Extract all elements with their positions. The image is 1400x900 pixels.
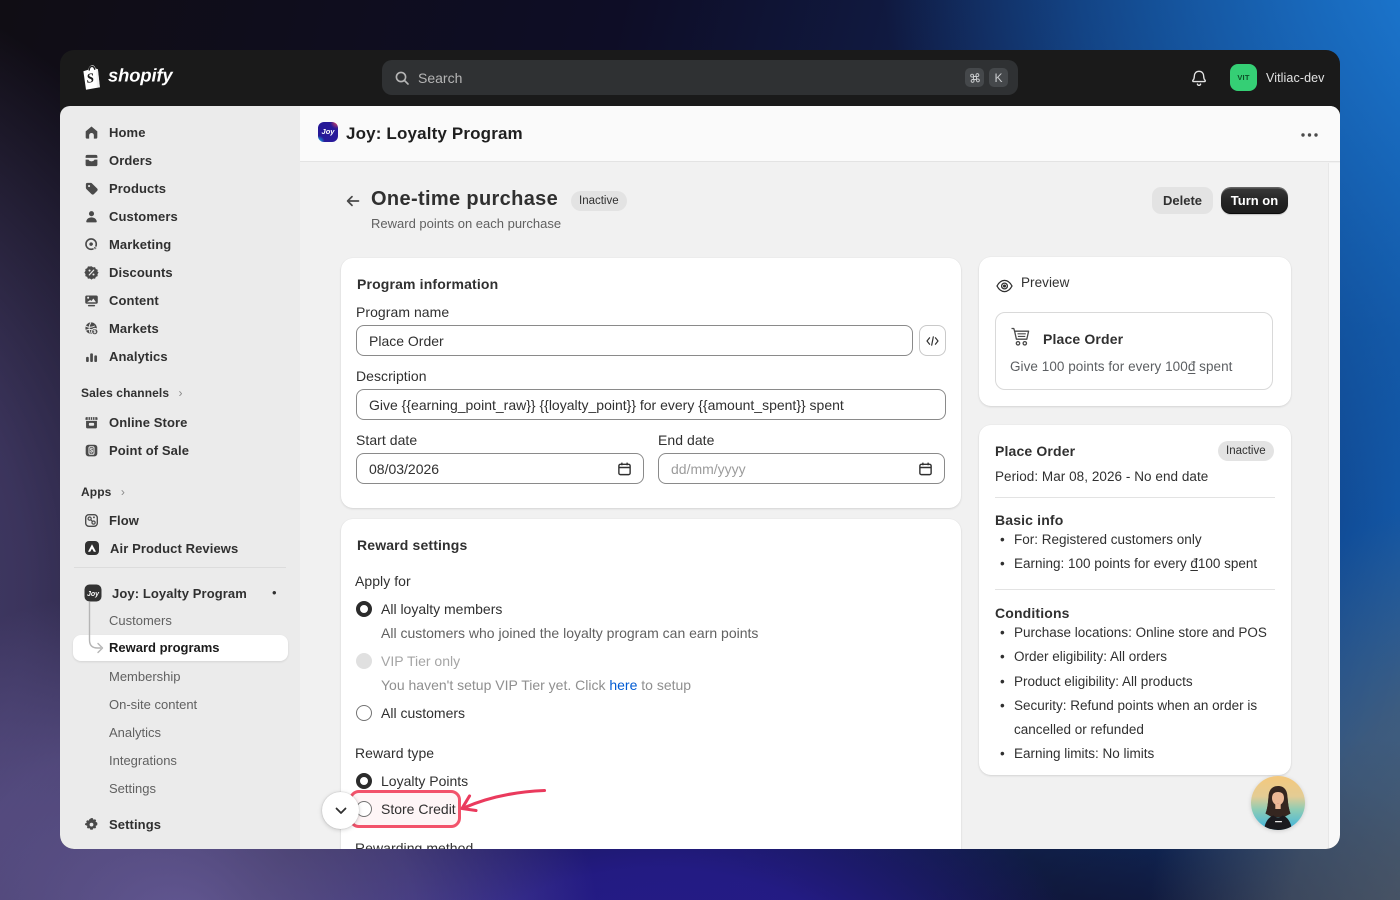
svg-text:Joy: Joy bbox=[87, 591, 100, 598]
